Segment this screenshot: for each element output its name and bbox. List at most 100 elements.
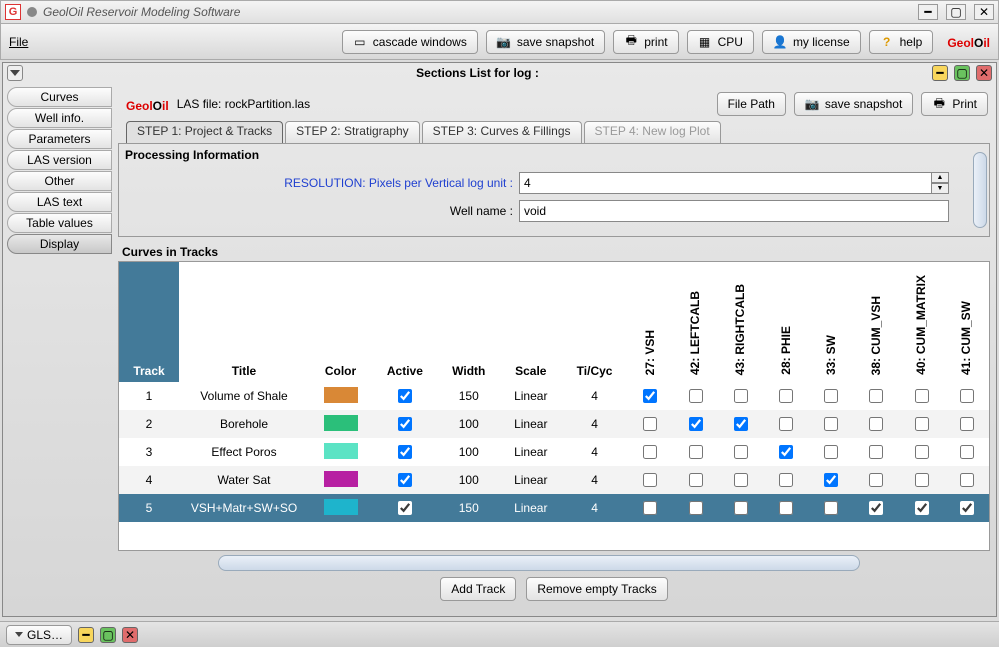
- curve-checkbox[interactable]: [824, 417, 838, 431]
- cell-color[interactable]: [309, 410, 372, 438]
- active-checkbox[interactable]: [398, 389, 412, 403]
- active-checkbox[interactable]: [398, 417, 412, 431]
- panel-save-snapshot-button[interactable]: 📷save snapshot: [794, 92, 913, 116]
- save-snapshot-button[interactable]: 📷save snapshot: [486, 30, 605, 54]
- task-close-button[interactable]: ✕: [122, 627, 138, 643]
- sidebar-item-display[interactable]: Display: [7, 234, 112, 254]
- spin-down-button[interactable]: ▼: [931, 183, 949, 194]
- active-checkbox[interactable]: [398, 445, 412, 459]
- active-checkbox[interactable]: [398, 473, 412, 487]
- cell-color[interactable]: [309, 494, 372, 522]
- curves-hscroll[interactable]: [218, 555, 860, 571]
- my-license-button[interactable]: 👤my license: [762, 30, 861, 54]
- curve-checkbox[interactable]: [960, 417, 974, 431]
- curve-checkbox[interactable]: [824, 473, 838, 487]
- sidebar-item-other[interactable]: Other: [7, 171, 112, 191]
- resolution-spinner[interactable]: ▲▼: [931, 172, 949, 194]
- sidebar-item-parameters[interactable]: Parameters: [7, 129, 112, 149]
- help-button[interactable]: ?help: [869, 30, 934, 54]
- taskbar-item[interactable]: GLS…: [6, 625, 72, 645]
- curve-checkbox[interactable]: [643, 473, 657, 487]
- sidebar-item-las-text[interactable]: LAS text: [7, 192, 112, 212]
- curve-checkbox[interactable]: [643, 417, 657, 431]
- curve-checkbox[interactable]: [915, 417, 929, 431]
- curve-checkbox[interactable]: [915, 389, 929, 403]
- curve-checkbox[interactable]: [869, 473, 883, 487]
- tab-step-3-curves-fillings[interactable]: STEP 3: Curves & Fillings: [422, 121, 582, 143]
- curve-checkbox[interactable]: [960, 501, 974, 515]
- curve-checkbox[interactable]: [734, 473, 748, 487]
- table-row[interactable]: 4Water Sat100Linear4: [119, 466, 989, 494]
- curve-checkbox[interactable]: [689, 445, 703, 459]
- cell-color[interactable]: [309, 382, 372, 410]
- curve-checkbox[interactable]: [734, 389, 748, 403]
- curve-checkbox[interactable]: [643, 389, 657, 403]
- cascade-windows-button[interactable]: ▭cascade windows: [342, 30, 478, 54]
- curve-checkbox[interactable]: [734, 501, 748, 515]
- processing-vscroll[interactable]: [973, 152, 987, 228]
- curve-checkbox[interactable]: [869, 445, 883, 459]
- collapse-button[interactable]: [7, 65, 23, 81]
- curve-checkbox[interactable]: [824, 389, 838, 403]
- menubar: File ▭cascade windows 📷save snapshot 🖶pr…: [0, 24, 999, 60]
- curve-checkbox[interactable]: [779, 445, 793, 459]
- curve-checkbox[interactable]: [869, 417, 883, 431]
- curve-checkbox[interactable]: [689, 389, 703, 403]
- inner-minimize-button[interactable]: ━: [932, 65, 948, 81]
- curve-checkbox[interactable]: [779, 389, 793, 403]
- curve-checkbox[interactable]: [960, 445, 974, 459]
- print-button[interactable]: 🖶print: [613, 30, 678, 54]
- curve-checkbox[interactable]: [734, 445, 748, 459]
- sidebar-item-table-values[interactable]: Table values: [7, 213, 112, 233]
- task-maximize-button[interactable]: ▢: [100, 627, 116, 643]
- curve-checkbox[interactable]: [960, 473, 974, 487]
- tab-step-1-project-tracks[interactable]: STEP 1: Project & Tracks: [126, 121, 283, 143]
- sidebar-item-curves[interactable]: Curves: [7, 87, 112, 107]
- file-menu[interactable]: File: [9, 35, 28, 49]
- inner-close-button[interactable]: ✕: [976, 65, 992, 81]
- table-row[interactable]: 1Volume of Shale150Linear4: [119, 382, 989, 410]
- curve-checkbox[interactable]: [779, 417, 793, 431]
- remove-empty-tracks-button[interactable]: Remove empty Tracks: [526, 577, 667, 601]
- col-curve: 27: VSH: [627, 262, 672, 382]
- inner-maximize-button[interactable]: ▢: [954, 65, 970, 81]
- maximize-button[interactable]: ▢: [946, 4, 966, 20]
- curve-checkbox[interactable]: [779, 473, 793, 487]
- curve-checkbox[interactable]: [824, 501, 838, 515]
- curve-checkbox[interactable]: [779, 501, 793, 515]
- curve-checkbox[interactable]: [915, 473, 929, 487]
- minimize-button[interactable]: ━: [918, 4, 938, 20]
- curve-checkbox[interactable]: [869, 389, 883, 403]
- well-name-input[interactable]: [519, 200, 949, 222]
- curve-checkbox[interactable]: [915, 501, 929, 515]
- active-checkbox[interactable]: [398, 501, 412, 515]
- panel-print-button[interactable]: 🖶Print: [921, 92, 988, 116]
- resolution-input[interactable]: [519, 172, 932, 194]
- table-row[interactable]: 2Borehole100Linear4: [119, 410, 989, 438]
- cell-track: 5: [119, 494, 179, 522]
- table-row[interactable]: 3Effect Poros100Linear4: [119, 438, 989, 466]
- curve-checkbox[interactable]: [869, 501, 883, 515]
- curve-checkbox[interactable]: [915, 445, 929, 459]
- curve-checkbox[interactable]: [689, 501, 703, 515]
- cpu-button[interactable]: ▦CPU: [687, 30, 754, 54]
- curve-checkbox[interactable]: [689, 473, 703, 487]
- cell-color[interactable]: [309, 438, 372, 466]
- task-minimize-button[interactable]: ━: [78, 627, 94, 643]
- curve-checkbox[interactable]: [960, 389, 974, 403]
- cell-color[interactable]: [309, 466, 372, 494]
- curve-checkbox[interactable]: [734, 417, 748, 431]
- os-close-button[interactable]: ✕: [974, 4, 994, 20]
- table-row[interactable]: 5VSH+Matr+SW+SO150Linear4: [119, 494, 989, 522]
- curve-checkbox[interactable]: [824, 445, 838, 459]
- spin-up-button[interactable]: ▲: [931, 172, 949, 183]
- sidebar-item-las-version[interactable]: LAS version: [7, 150, 112, 170]
- curve-checkbox[interactable]: [643, 445, 657, 459]
- add-track-button[interactable]: Add Track: [440, 577, 516, 601]
- tab-step-2-stratigraphy[interactable]: STEP 2: Stratigraphy: [285, 121, 420, 143]
- add-track-label: Add Track: [451, 582, 505, 596]
- sidebar-item-well-info-[interactable]: Well info.: [7, 108, 112, 128]
- curve-checkbox[interactable]: [643, 501, 657, 515]
- curve-checkbox[interactable]: [689, 417, 703, 431]
- file-path-button[interactable]: File Path: [717, 92, 786, 116]
